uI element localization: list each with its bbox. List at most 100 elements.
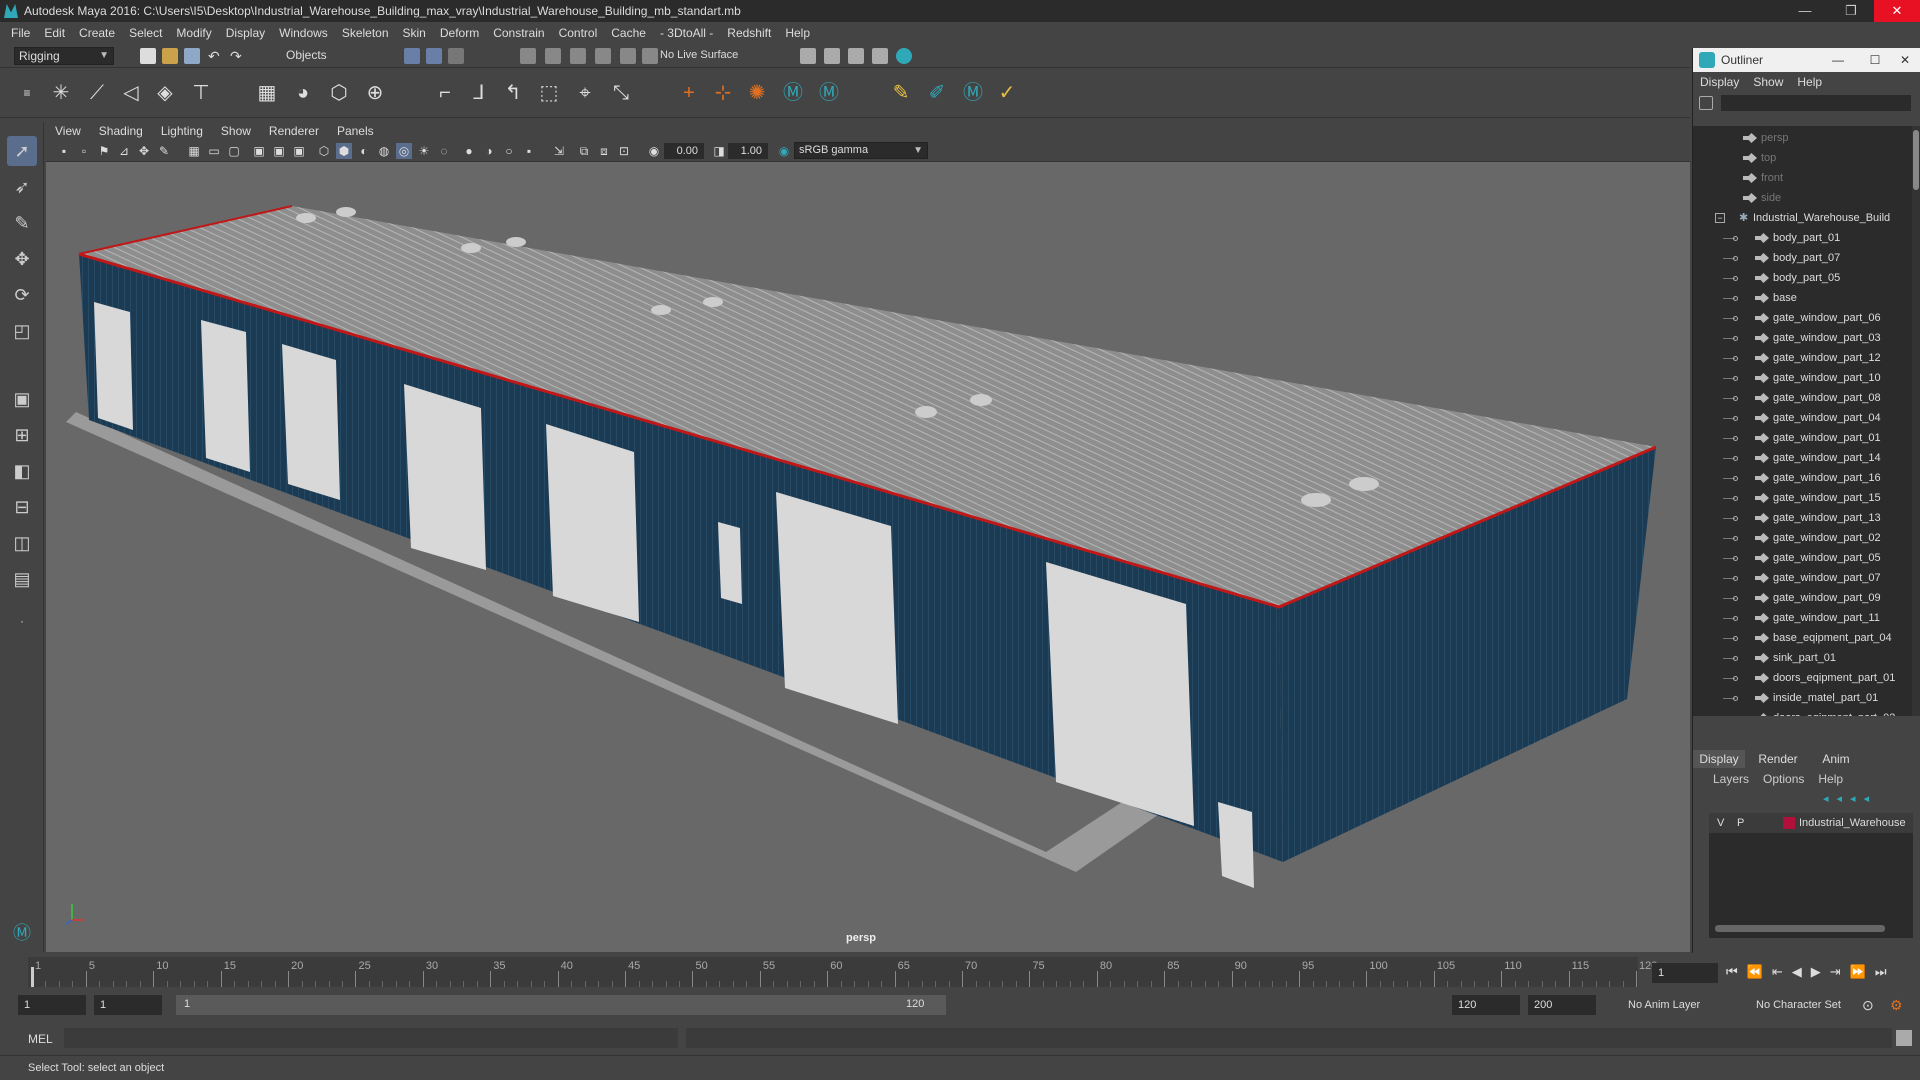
outliner-row[interactable]: gate_window_part_04 [1693, 408, 1915, 428]
outliner-menu-display[interactable]: Display [1693, 75, 1746, 89]
gamma-field[interactable]: 1.00 [728, 143, 768, 159]
lights-icon[interactable]: ◎ [396, 143, 412, 159]
ik-handle-icon[interactable]: ⟋ [84, 80, 110, 106]
safe-action-icon[interactable]: ▣ [291, 143, 307, 159]
scene-end-field[interactable]: 200 [1528, 995, 1596, 1015]
outliner-row[interactable]: body_part_05 [1693, 268, 1915, 288]
selection-mode-dropdown[interactable]: Objects [282, 47, 377, 65]
layer-name[interactable]: Industrial_Warehouse [1799, 813, 1906, 833]
outliner-row[interactable]: body_part_01 [1693, 228, 1915, 248]
outliner-minimize-button[interactable]: — [1816, 53, 1860, 67]
outliner-scrollbar[interactable] [1912, 126, 1920, 716]
character-set-dropdown[interactable]: No Character Set [1756, 999, 1841, 1011]
field-chart-icon[interactable]: ▣ [271, 143, 287, 159]
vp-menu-panels[interactable]: Panels [328, 124, 383, 138]
menu-deform[interactable]: Deform [433, 26, 486, 40]
layer-menu-options[interactable]: Options [1763, 772, 1804, 786]
minimize-button[interactable]: — [1782, 0, 1828, 22]
outliner-layout-icon[interactable]: ◫ [7, 528, 37, 558]
collapse-icon[interactable]: − [1715, 213, 1725, 223]
menu-skin[interactable]: Skin [396, 26, 433, 40]
outliner-row[interactable]: gate_window_part_11 [1693, 608, 1915, 628]
outliner-close-button[interactable]: ✕ [1890, 53, 1920, 67]
render-view-icon[interactable] [800, 48, 816, 64]
anim-layer-dropdown[interactable]: No Anim Layer [1628, 999, 1700, 1011]
isolate-select-icon[interactable]: ▪ [521, 143, 537, 159]
add-attribute-icon[interactable]: ⊹ [710, 80, 736, 106]
select-tool-icon[interactable]: ➚ [7, 136, 37, 166]
outliner-row[interactable]: base_eqipment_part_04 [1693, 628, 1915, 648]
lattice-icon[interactable]: ⬡ [326, 80, 352, 106]
maximize-button[interactable]: ❐ [1828, 0, 1874, 22]
current-time-indicator[interactable] [31, 967, 34, 987]
script-editor-icon[interactable] [1896, 1030, 1912, 1046]
wireframe-icon[interactable]: ⬡ [316, 143, 332, 159]
outliner-row[interactable]: gate_window_part_16 [1693, 468, 1915, 488]
outliner-row[interactable]: gate_window_part_02 [1693, 528, 1915, 548]
layer-action-icons[interactable]: ◂◂◂◂ [1823, 792, 1913, 808]
xray-joints-icon[interactable]: ◑ [481, 143, 497, 159]
layer-tab-display[interactable]: Display [1693, 750, 1745, 768]
outliner-row[interactable]: sink_part_01 [1693, 648, 1915, 668]
current-frame-field[interactable]: 1 [1652, 963, 1718, 983]
move-tool-icon[interactable]: ✥ [7, 244, 37, 274]
image-plane-icon[interactable]: ⊿ [116, 143, 132, 159]
outliner-row[interactable]: doors_eqipment_part_01 [1693, 668, 1915, 688]
menu-3dtoall[interactable]: - 3DtoAll - [653, 26, 720, 40]
mirror-joint-icon[interactable]: ⊤ [188, 80, 214, 106]
hypershade-icon[interactable] [896, 48, 912, 64]
outliner-camera-row[interactable]: top [1693, 148, 1915, 168]
hud-icon[interactable]: ⊡ [616, 143, 632, 159]
layer-tab-anim[interactable]: Anim [1811, 750, 1861, 768]
locator-icon[interactable]: + [676, 80, 702, 106]
close-button[interactable]: ✕ [1874, 0, 1920, 22]
hik-icon[interactable]: ✺ [744, 80, 770, 106]
scale-constraint-icon[interactable]: ⤡ [608, 80, 634, 106]
menu-control[interactable]: Control [552, 26, 605, 40]
outliner-row[interactable]: inside_matel_part_01 [1693, 688, 1915, 708]
ipr-render-icon[interactable] [848, 48, 864, 64]
smooth-bind-icon[interactable]: ◕ [290, 80, 316, 106]
render-frame-icon[interactable] [824, 48, 840, 64]
outliner-menu-show[interactable]: Show [1746, 75, 1790, 89]
lasso-tool-icon[interactable]: ➶ [7, 172, 37, 202]
outliner-row[interactable]: gate_window_part_05 [1693, 548, 1915, 568]
blend-shape-icon[interactable]: ✐ [924, 80, 950, 106]
scene-start-field[interactable]: 1 [18, 995, 86, 1015]
four-pane-layout-icon[interactable]: ⊞ [7, 420, 37, 450]
snap-curve-icon[interactable] [545, 48, 561, 64]
layer-playback-toggle[interactable]: P [1737, 813, 1744, 833]
ambient-occlusion-icon[interactable]: ◌ [436, 143, 452, 159]
default-material-icon[interactable]: ◐ [356, 143, 372, 159]
stacked-layout-icon[interactable]: ⊟ [7, 492, 37, 522]
exposure-icon[interactable]: ◉ [646, 143, 662, 159]
undo-icon[interactable]: ↶ [208, 48, 224, 64]
outliner-row[interactable]: gate_window_part_09 [1693, 588, 1915, 608]
joint-tool-icon[interactable]: ✳ [48, 80, 74, 106]
outliner-row[interactable]: gate_window_part_07 [1693, 568, 1915, 588]
mel-label[interactable]: MEL [28, 1032, 53, 1046]
outliner-row[interactable]: gate_window_part_13 [1693, 508, 1915, 528]
layer-row[interactable]: V P Industrial_Warehouse [1709, 813, 1913, 833]
new-scene-icon[interactable] [140, 48, 156, 64]
camera-select-icon[interactable]: ▪ [56, 143, 72, 159]
outliner-row[interactable]: gate_window_part_10 [1693, 368, 1915, 388]
orient-constraint-icon[interactable]: ⌐ [432, 80, 458, 106]
gamma-icon[interactable]: ◨ [711, 143, 727, 159]
menu-modify[interactable]: Modify [169, 26, 218, 40]
outliner-root-row[interactable]: − ✱ Industrial_Warehouse_Build [1693, 208, 1915, 228]
playback-controls[interactable]: ⏮⏪⇤◀▶⇥⏩⏭ [1726, 964, 1916, 980]
outliner-row[interactable]: gate_window_part_08 [1693, 388, 1915, 408]
redo-icon[interactable]: ↷ [230, 48, 246, 64]
point-constraint-icon[interactable]: ↰ [500, 80, 526, 106]
layer-menu-layers[interactable]: Layers [1713, 772, 1749, 786]
outliner-row[interactable]: gate_window_part_03 [1693, 328, 1915, 348]
graph-layout-icon[interactable]: ▤ [7, 564, 37, 594]
outliner-row[interactable]: doors_eqipment_part_02 [1693, 708, 1915, 716]
exposure-field[interactable]: 0.00 [664, 143, 704, 159]
outliner-scroll-thumb[interactable] [1913, 130, 1919, 190]
rotate-tool-icon[interactable]: ⟳ [7, 280, 37, 310]
xray-icon[interactable]: ● [461, 143, 477, 159]
auto-key-icon[interactable]: ⊙ [1862, 997, 1874, 1014]
snap-view-icon[interactable] [595, 48, 611, 64]
